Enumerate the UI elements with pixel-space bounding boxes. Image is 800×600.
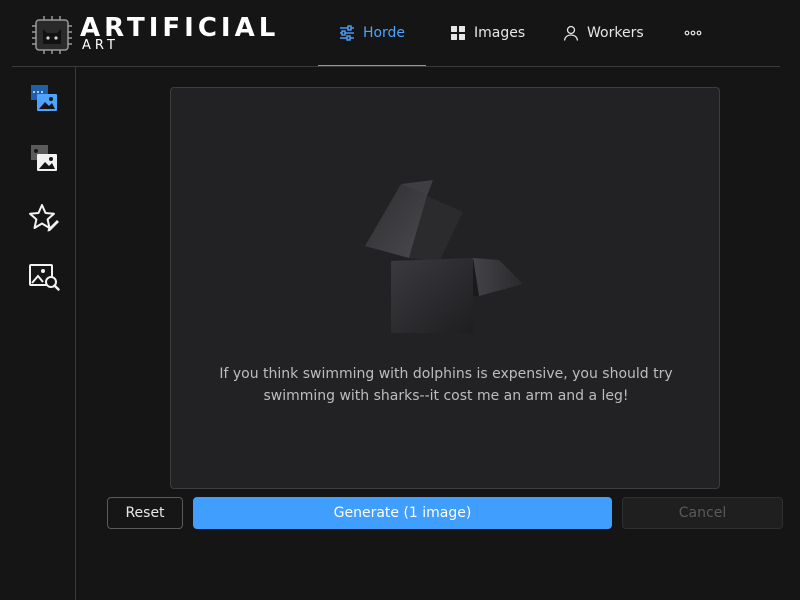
cancel-button[interactable]: Cancel bbox=[622, 497, 783, 529]
more-dots-icon bbox=[684, 30, 702, 36]
user-icon bbox=[563, 25, 579, 41]
sidebar bbox=[0, 67, 76, 600]
top-navigation-bar: ARTIFICIAL ART Horde Images Workers bbox=[0, 0, 800, 67]
tab-horde-label: Horde bbox=[362, 25, 406, 41]
image-search-icon bbox=[29, 264, 60, 291]
tab-horde[interactable]: Horde bbox=[318, 0, 426, 67]
empty-state-message: If you think swimming with dolphins is e… bbox=[219, 366, 673, 404]
empty-box-illustration bbox=[365, 180, 523, 333]
sidebar-item-image-search[interactable] bbox=[26, 259, 62, 295]
tab-images-label: Images bbox=[474, 25, 526, 41]
sliders-icon bbox=[339, 25, 354, 41]
app-subtitle: ART bbox=[82, 38, 119, 53]
app-logo[interactable]: ARTIFICIAL ART bbox=[32, 13, 302, 56]
image-preview-panel: If you think swimming with dolphins is e… bbox=[170, 87, 720, 489]
cat-chip-logo-icon bbox=[32, 16, 72, 54]
tab-workers[interactable]: Workers bbox=[563, 0, 644, 66]
sidebar-item-favorites[interactable] bbox=[26, 200, 62, 236]
generate-button[interactable]: Generate (1 image) bbox=[193, 497, 612, 529]
grid-icon bbox=[451, 26, 465, 40]
image-to-image-icon bbox=[31, 145, 57, 171]
more-menu-button[interactable] bbox=[684, 0, 702, 66]
header-divider bbox=[12, 66, 780, 67]
sidebar-item-image-generation[interactable] bbox=[26, 81, 62, 117]
tab-images[interactable]: Images bbox=[450, 0, 525, 66]
sidebar-item-image-to-image[interactable] bbox=[26, 141, 62, 177]
star-edit-icon bbox=[29, 204, 59, 232]
reset-button[interactable]: Reset bbox=[107, 497, 183, 529]
tab-workers-label: Workers bbox=[587, 25, 644, 41]
image-generation-icon bbox=[31, 85, 57, 111]
